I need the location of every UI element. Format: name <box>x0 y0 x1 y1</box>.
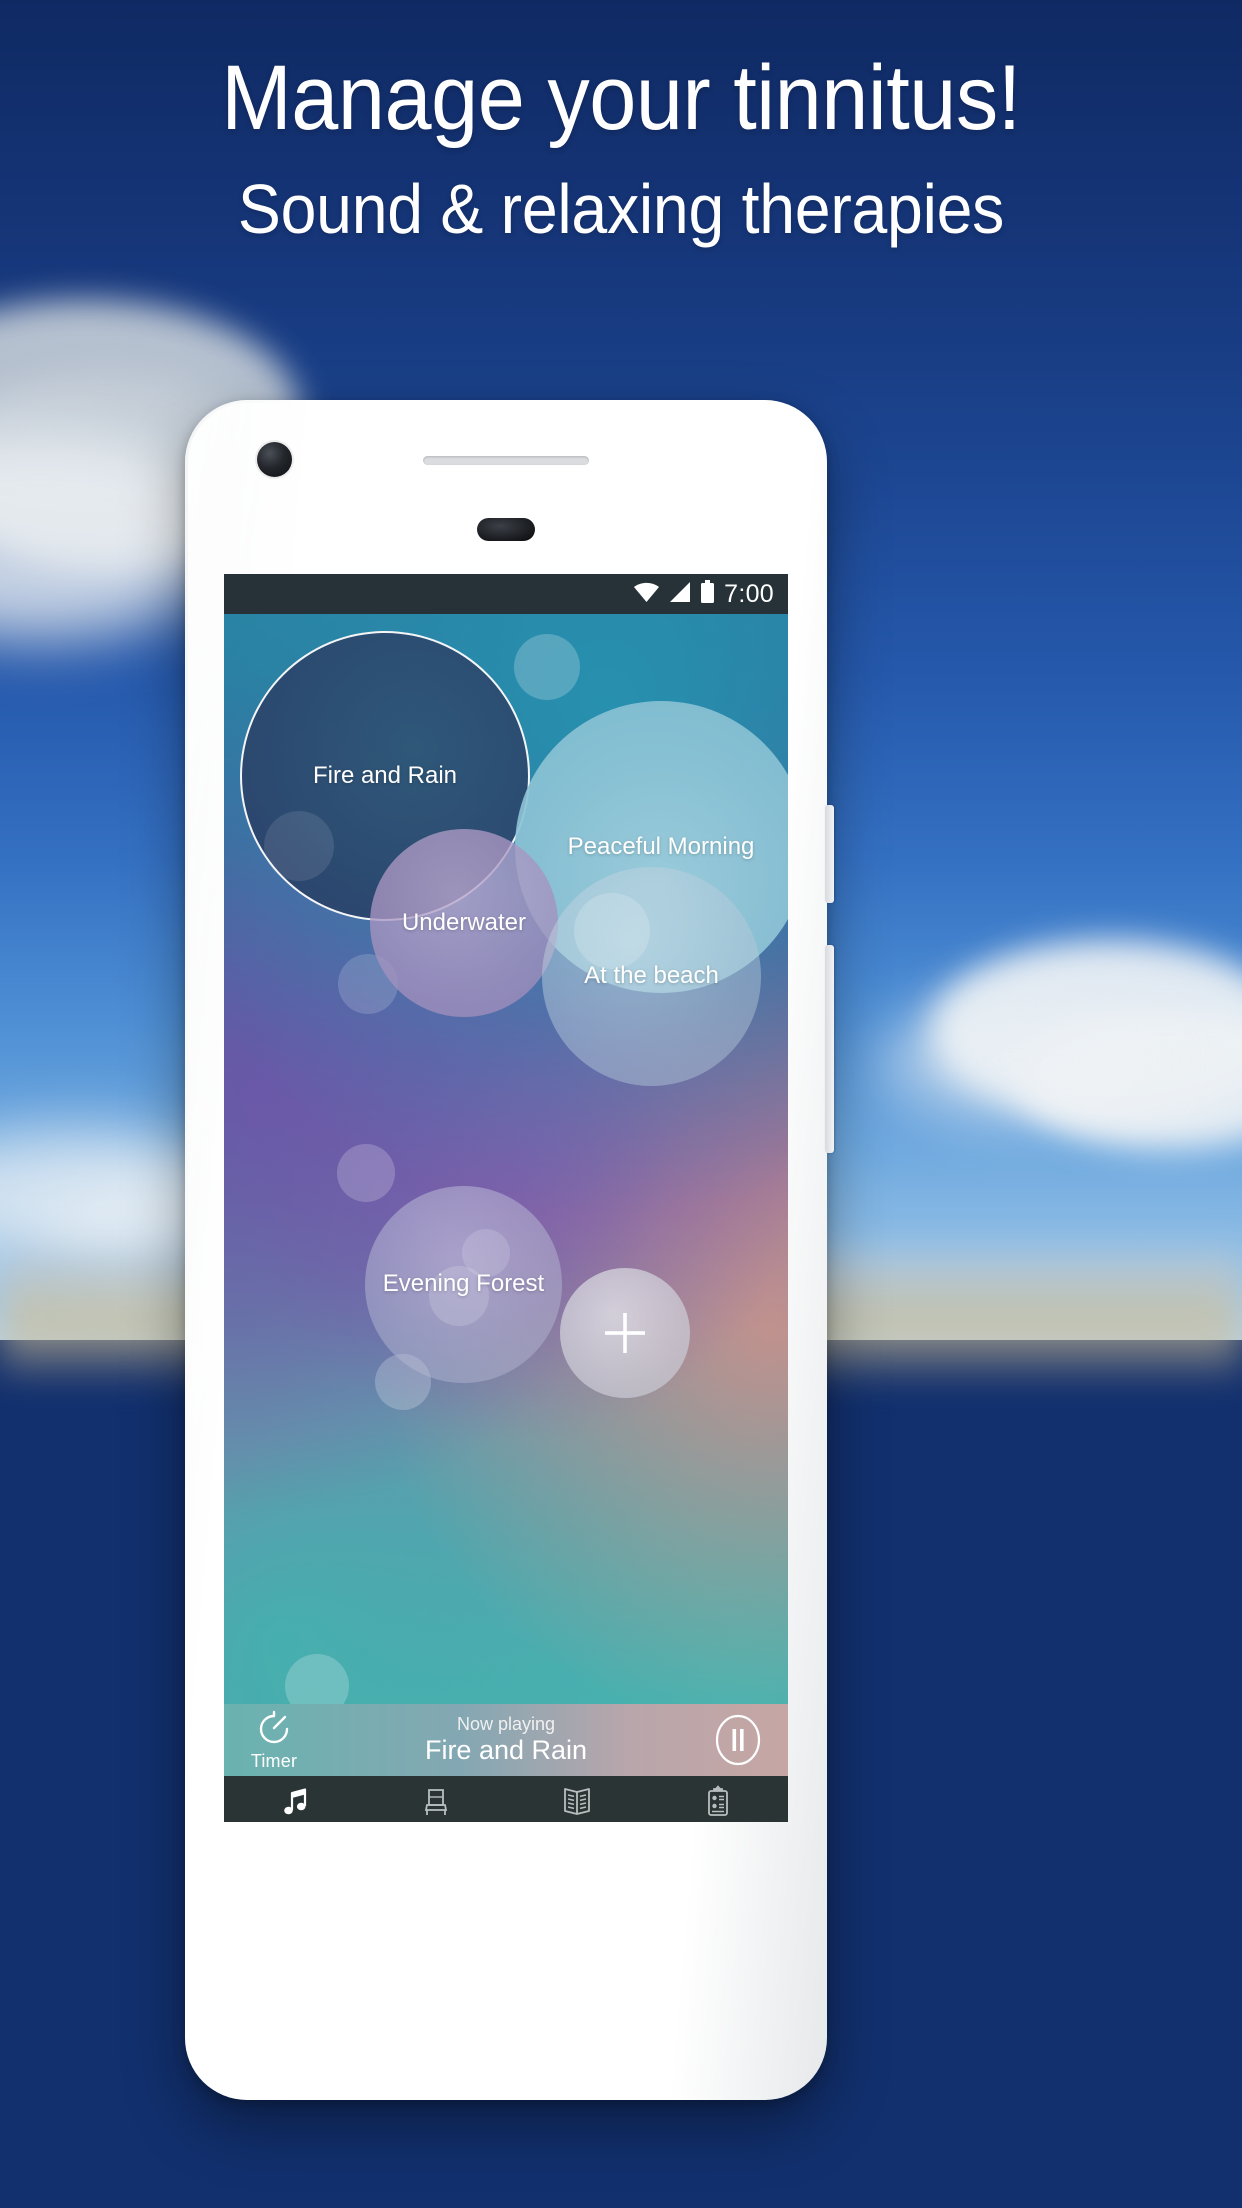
decorative-bubble <box>285 1654 349 1704</box>
recliner-chair-icon <box>424 1789 447 1815</box>
now-playing-status: Now playing <box>456 1713 556 1734</box>
add-sound-button[interactable] <box>560 1268 690 1398</box>
promo-header: Manage your tinnitus! Sound & relaxing t… <box>0 0 1242 244</box>
plus-icon <box>605 1313 645 1353</box>
timer-icon <box>259 1710 289 1743</box>
decorative-bubble <box>337 1144 395 1202</box>
timer-button[interactable]: Timer <box>224 1709 324 1772</box>
sound-bubble-label: At the beach <box>584 962 719 990</box>
power-button[interactable] <box>825 805 834 903</box>
page-subtitle: Sound & relaxing therapies <box>237 170 1005 248</box>
cell-signal-icon <box>669 581 691 608</box>
bottom-tab-bar: Sounds Relax Learn <box>224 1776 788 1822</box>
now-playing-info: Now playing Fire and Rain <box>324 1713 688 1765</box>
pause-icon <box>715 1714 761 1766</box>
clipboard-person-icon <box>707 1785 728 1816</box>
sound-bubble-label: Fire and Rain <box>312 761 458 789</box>
phone-screen: 7:00 Fire and Rain Peaceful Morning Unde… <box>224 574 788 1822</box>
camera-icon <box>257 442 292 477</box>
tab-relax[interactable]: Relax <box>365 1785 506 1822</box>
sound-bubble-label: Peaceful Morning <box>567 832 755 860</box>
sound-bubble-at-the-beach[interactable]: At the beach <box>542 867 761 1086</box>
earpiece-icon <box>477 518 535 541</box>
now-playing-bar[interactable]: Timer Now playing Fire and Rain <box>224 1704 788 1776</box>
music-note-icon <box>283 1788 306 1815</box>
battery-full-icon <box>700 579 715 609</box>
sound-bubble-label: Evening Forest <box>382 1270 545 1298</box>
tab-my-relief[interactable]: My Relief <box>647 1785 788 1822</box>
status-bar: 7:00 <box>224 574 788 614</box>
phone-mockup: 7:00 Fire and Rain Peaceful Morning Unde… <box>185 400 834 2100</box>
speaker-grill-icon <box>423 456 589 465</box>
sound-bubble-evening-forest[interactable]: Evening Forest <box>365 1186 562 1383</box>
cloud-shape <box>880 1000 1160 1120</box>
tab-sounds[interactable]: Sounds <box>224 1785 365 1822</box>
status-bar-clock: 7:00 <box>724 579 774 608</box>
sounds-canvas: Fire and Rain Peaceful Morning Underwate… <box>224 614 788 1704</box>
open-book-icon <box>563 1788 590 1815</box>
tab-learn[interactable]: Learn <box>506 1785 647 1822</box>
timer-label: Timer <box>250 1750 298 1771</box>
decorative-bubble <box>264 811 334 881</box>
sound-bubble-underwater[interactable]: Underwater <box>370 829 558 1017</box>
sound-bubble-label: Underwater <box>401 908 527 936</box>
decorative-bubble <box>574 893 650 969</box>
pause-button[interactable] <box>688 1713 788 1767</box>
page-title: Manage your tinnitus! <box>221 47 1021 149</box>
wifi-icon <box>633 581 660 608</box>
volume-button[interactable] <box>825 945 834 1153</box>
decorative-bubble <box>514 634 580 700</box>
now-playing-track: Fire and Rain <box>424 1734 588 1765</box>
